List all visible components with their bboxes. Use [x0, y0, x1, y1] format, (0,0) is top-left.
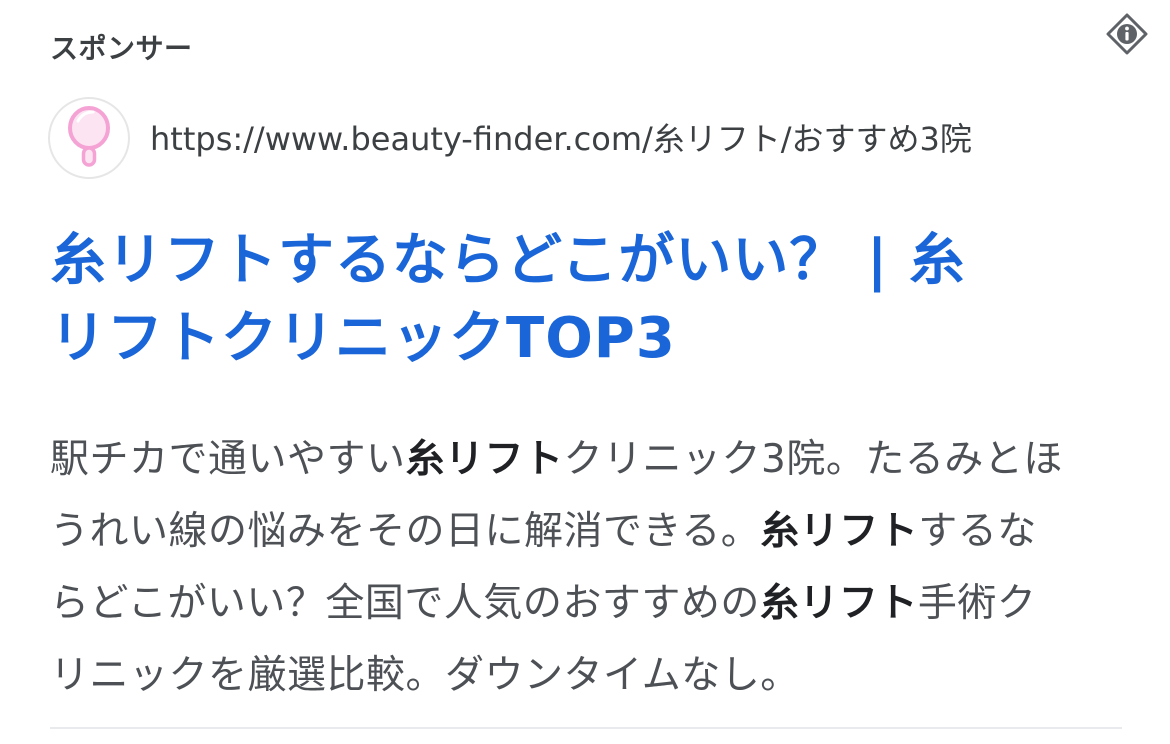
description-text: 手術ク	[917, 581, 1037, 626]
headline-line: 糸リフトするならどこがいい？ | 糸	[50, 228, 966, 293]
sponsored-ad-card: スポンサー https://www.beauty-finder.com/糸リフト…	[0, 0, 1170, 744]
description-keyword: 糸リフト	[405, 437, 564, 482]
bottom-divider	[50, 727, 1122, 729]
description-keyword: 糸リフト	[760, 509, 919, 554]
ad-description: 駅チカで通いやすい糸リフトクリニック3院。たるみとほ うれい線の悩みをその日に解…	[50, 424, 1130, 712]
description-text: うれい線の悩みをその日に解消できる。	[50, 509, 761, 554]
display-url[interactable]: https://www.beauty-finder.com/糸リフト/おすすめ3…	[150, 117, 972, 161]
ad-headline-link[interactable]: 糸リフトするならどこがいい？ | 糸 リフトクリニックTOP3	[50, 222, 1120, 378]
description-text: クリニック3院。たるみとほ	[563, 437, 1063, 482]
description-line: 駅チカで通いやすい糸リフトクリニック3院。たるみとほ	[50, 424, 1130, 496]
info-icon[interactable]	[1105, 12, 1149, 56]
hand-mirror-icon	[63, 104, 115, 172]
site-favicon	[48, 97, 130, 179]
headline-line: リフトクリニックTOP3	[50, 306, 676, 371]
description-text: リニックを厳選比較。ダウンタイムなし。	[50, 653, 800, 698]
description-line: リニックを厳選比較。ダウンタイムなし。	[50, 640, 1130, 712]
sponsored-label: スポンサー	[50, 32, 193, 65]
description-text: 駅チカで通いやすい	[50, 437, 406, 482]
description-text: らどこがいい？全国で人気のおすすめの	[50, 581, 760, 626]
description-keyword: 糸リフト	[759, 581, 918, 626]
description-text: するな	[918, 509, 1037, 554]
description-line: うれい線の悩みをその日に解消できる。糸リフトするな	[50, 496, 1130, 568]
description-line: らどこがいい？全国で人気のおすすめの糸リフト手術ク	[50, 568, 1130, 640]
